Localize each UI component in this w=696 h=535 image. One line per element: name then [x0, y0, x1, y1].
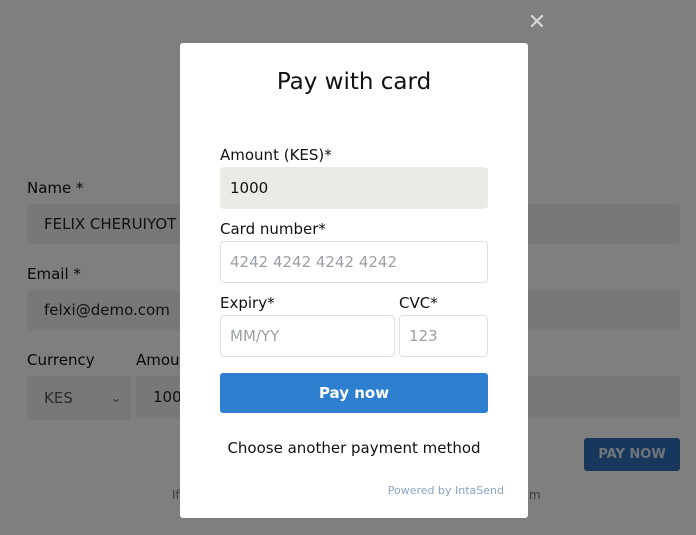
card-number-label: Card number*: [220, 220, 326, 238]
cvc-placeholder: 123: [409, 327, 438, 345]
amount-kes-label: Amount (KES)*: [220, 146, 332, 164]
amount-kes-field[interactable]: 1000: [220, 167, 488, 209]
cvc-label: CVC*: [399, 294, 438, 312]
amount-kes-value: 1000: [230, 179, 269, 197]
expiry-placeholder: MM/YY: [230, 327, 280, 345]
expiry-label: Expiry*: [220, 294, 275, 312]
cvc-input[interactable]: 123: [399, 315, 488, 357]
powered-by-intasend[interactable]: Powered by IntaSend: [388, 484, 504, 497]
pay-with-card-modal: Pay with card Amount (KES)* 1000 Card nu…: [180, 43, 528, 518]
pay-now-button[interactable]: Pay now: [220, 373, 488, 413]
close-icon[interactable]: ✕: [527, 12, 547, 34]
choose-another-payment-method-link[interactable]: Choose another payment method: [180, 439, 528, 457]
card-number-placeholder: 4242 4242 4242 4242: [230, 253, 397, 271]
expiry-input[interactable]: MM/YY: [220, 315, 395, 357]
modal-title: Pay with card: [276, 69, 432, 95]
card-number-input[interactable]: 4242 4242 4242 4242: [220, 241, 488, 283]
